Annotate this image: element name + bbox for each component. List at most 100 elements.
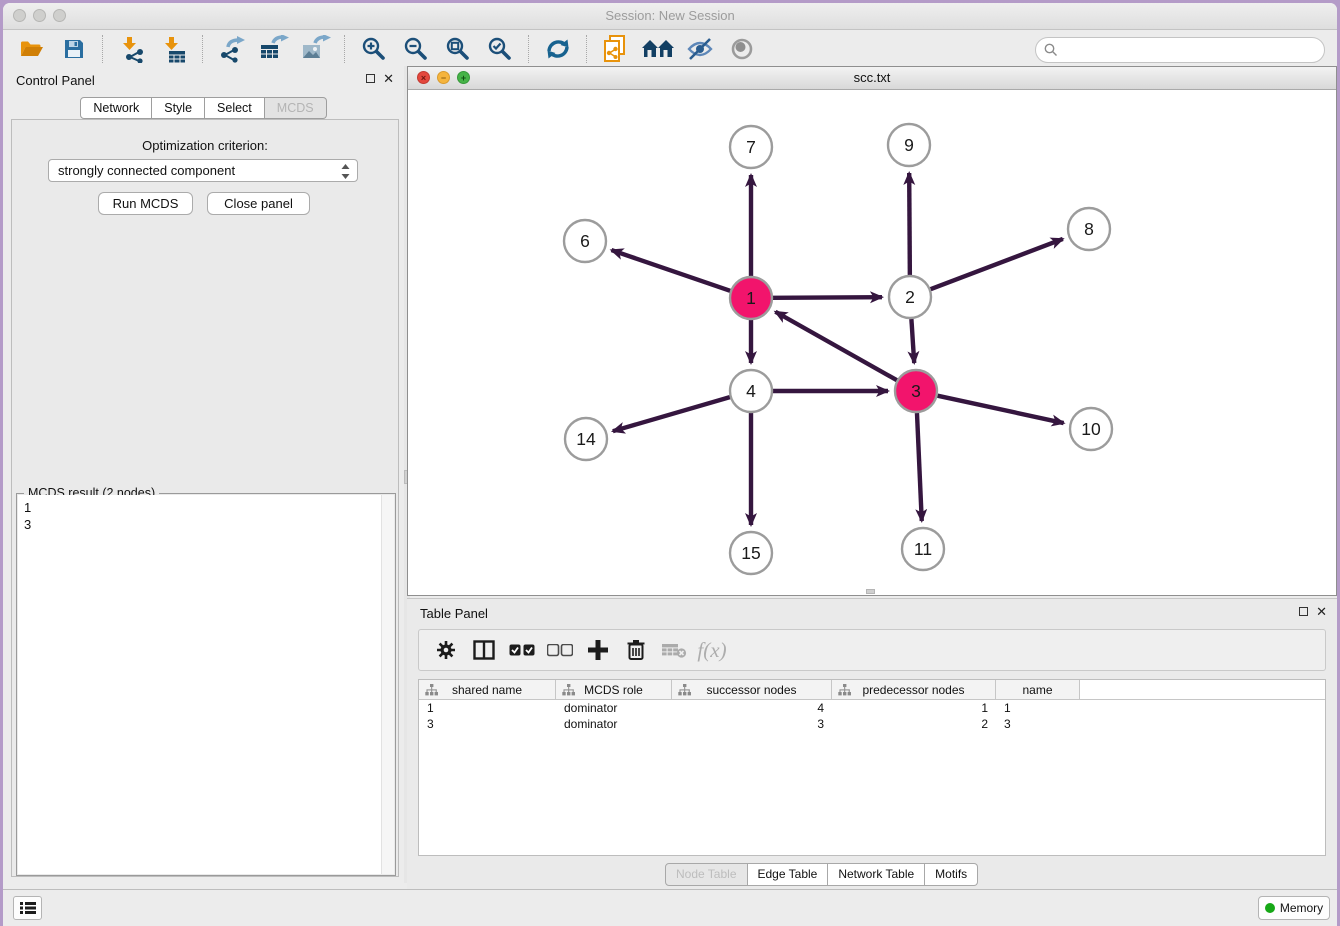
table-cell[interactable]: 3 bbox=[672, 716, 832, 732]
graph-edge-1-6[interactable] bbox=[611, 250, 730, 291]
open-session-icon[interactable] bbox=[15, 34, 49, 64]
graph-edge-2-9[interactable] bbox=[909, 173, 910, 275]
dropdown-stepper-icon bbox=[341, 164, 350, 179]
graph-edge-2-8[interactable] bbox=[931, 239, 1063, 289]
zoom-in-icon[interactable] bbox=[357, 34, 391, 64]
import-network-icon[interactable] bbox=[115, 34, 149, 64]
memory-button[interactable]: Memory bbox=[1258, 896, 1330, 920]
column-header-name[interactable]: name bbox=[996, 680, 1080, 699]
table-cell[interactable]: 2 bbox=[832, 716, 996, 732]
column-header-successor-nodes[interactable]: successor nodes bbox=[672, 680, 832, 699]
graph-node-label-3: 3 bbox=[911, 381, 921, 401]
table-cell[interactable]: 4 bbox=[672, 700, 832, 716]
mcds-result-textarea[interactable]: 1 3 bbox=[18, 495, 394, 874]
control-panel: Control Panel ✕ Network Style Select MCD… bbox=[3, 66, 404, 883]
table-body: 1dominator4113dominator323 bbox=[419, 700, 1325, 732]
optimization-criterion-label: Optimization criterion: bbox=[12, 138, 398, 153]
toggle-graphics-details-icon[interactable] bbox=[683, 34, 717, 64]
network-window-title: scc.txt bbox=[408, 70, 1336, 85]
delete-table-icon[interactable] bbox=[657, 634, 691, 666]
show-panels-button[interactable] bbox=[13, 896, 42, 920]
graph-edge-1-2[interactable] bbox=[773, 297, 882, 298]
graph-edge-3-10[interactable] bbox=[937, 396, 1063, 423]
graph-node-label-8: 8 bbox=[1084, 219, 1094, 239]
add-column-icon[interactable] bbox=[581, 634, 615, 666]
tab-network[interactable]: Network bbox=[80, 97, 152, 119]
tab-node-table[interactable]: Node Table bbox=[665, 863, 748, 886]
control-panel-title: Control Panel bbox=[16, 73, 95, 88]
table-cell[interactable]: dominator bbox=[556, 700, 672, 716]
duplicate-network-icon[interactable] bbox=[599, 34, 633, 64]
home-layout-icon[interactable] bbox=[641, 34, 675, 64]
toolbar-separator bbox=[344, 35, 346, 63]
tab-select[interactable]: Select bbox=[205, 97, 265, 119]
toggle-column-panel-icon[interactable] bbox=[467, 634, 501, 666]
app-window: Session: New Session bbox=[3, 3, 1337, 926]
export-network-icon[interactable] bbox=[215, 34, 249, 64]
search-icon bbox=[1044, 43, 1058, 57]
zoom-fit-icon[interactable] bbox=[441, 34, 475, 64]
status-bar: Memory bbox=[3, 889, 1337, 926]
tab-network-table[interactable]: Network Table bbox=[828, 863, 925, 886]
delete-column-icon[interactable] bbox=[619, 634, 653, 666]
function-builder-icon[interactable]: f(x) bbox=[695, 634, 729, 666]
node-table[interactable]: shared nameMCDS rolesuccessor nodesprede… bbox=[418, 679, 1326, 856]
network-view-window: × − + scc.txt 7968124314101511 bbox=[407, 66, 1337, 596]
tab-edge-table[interactable]: Edge Table bbox=[748, 863, 829, 886]
mcds-panel-body: Optimization criterion: strongly connect… bbox=[11, 119, 399, 877]
graph-edge-3-11[interactable] bbox=[917, 413, 922, 521]
control-panel-header: Control Panel ✕ bbox=[3, 66, 404, 94]
float-table-panel-icon[interactable] bbox=[1299, 607, 1308, 616]
column-header-shared-name[interactable]: shared name bbox=[419, 680, 556, 699]
graph-node-label-1: 1 bbox=[746, 288, 756, 308]
tab-mcds[interactable]: MCDS bbox=[265, 97, 327, 119]
network-window-titlebar[interactable]: × − + scc.txt bbox=[408, 67, 1336, 90]
network-graph[interactable]: 7968124314101511 bbox=[408, 89, 1336, 595]
mcds-result-values: 1 3 bbox=[24, 499, 31, 533]
table-row[interactable]: 3dominator323 bbox=[419, 716, 1325, 732]
toolbar-separator bbox=[528, 35, 530, 63]
close-panel-button[interactable]: Close panel bbox=[207, 192, 310, 215]
close-panel-icon[interactable]: ✕ bbox=[383, 73, 394, 84]
zoom-selected-icon[interactable] bbox=[483, 34, 517, 64]
search-input[interactable] bbox=[1064, 40, 1318, 60]
export-image-icon[interactable] bbox=[299, 34, 333, 64]
graph-node-label-10: 10 bbox=[1081, 419, 1101, 439]
export-table-icon[interactable] bbox=[257, 34, 291, 64]
table-cell[interactable]: 3 bbox=[996, 716, 1080, 732]
refresh-layout-icon[interactable] bbox=[541, 34, 575, 64]
table-settings-gear-icon[interactable] bbox=[429, 634, 463, 666]
eye-icon[interactable] bbox=[725, 34, 759, 64]
deselect-all-icon[interactable] bbox=[543, 634, 577, 666]
select-all-icon[interactable] bbox=[505, 634, 539, 666]
column-header-predecessor-nodes[interactable]: predecessor nodes bbox=[832, 680, 996, 699]
memory-button-label: Memory bbox=[1280, 901, 1323, 915]
graph-edge-2-3[interactable] bbox=[911, 319, 914, 363]
import-table-icon[interactable] bbox=[157, 34, 191, 64]
float-panel-icon[interactable] bbox=[366, 74, 375, 83]
run-mcds-button[interactable]: Run MCDS bbox=[98, 192, 193, 215]
tab-motifs[interactable]: Motifs bbox=[925, 863, 978, 886]
table-cell[interactable]: 1 bbox=[832, 700, 996, 716]
table-cell[interactable]: 1 bbox=[996, 700, 1080, 716]
table-tabs: Node Table Edge Table Network Table Moti… bbox=[665, 863, 978, 886]
column-header-MCDS-role[interactable]: MCDS role bbox=[556, 680, 672, 699]
close-table-panel-icon[interactable]: ✕ bbox=[1316, 606, 1327, 617]
graph-edge-4-14[interactable] bbox=[613, 397, 730, 431]
graph-node-label-14: 14 bbox=[576, 429, 596, 449]
network-resize-grip[interactable] bbox=[866, 589, 875, 594]
table-row[interactable]: 1dominator411 bbox=[419, 700, 1325, 716]
table-cell[interactable]: dominator bbox=[556, 716, 672, 732]
criterion-dropdown[interactable]: strongly connected component bbox=[48, 159, 358, 182]
tab-style[interactable]: Style bbox=[152, 97, 205, 119]
table-cell[interactable]: 1 bbox=[419, 700, 556, 716]
criterion-selected-value: strongly connected component bbox=[58, 163, 235, 178]
result-scrollbar[interactable] bbox=[381, 495, 394, 874]
table-cell[interactable]: 3 bbox=[419, 716, 556, 732]
zoom-out-icon[interactable] bbox=[399, 34, 433, 64]
main-toolbar bbox=[3, 30, 1337, 69]
save-session-icon[interactable] bbox=[57, 34, 91, 64]
graph-edges bbox=[611, 173, 1063, 525]
graph-edge-3-1[interactable] bbox=[775, 312, 896, 380]
toolbar-separator bbox=[586, 35, 588, 63]
